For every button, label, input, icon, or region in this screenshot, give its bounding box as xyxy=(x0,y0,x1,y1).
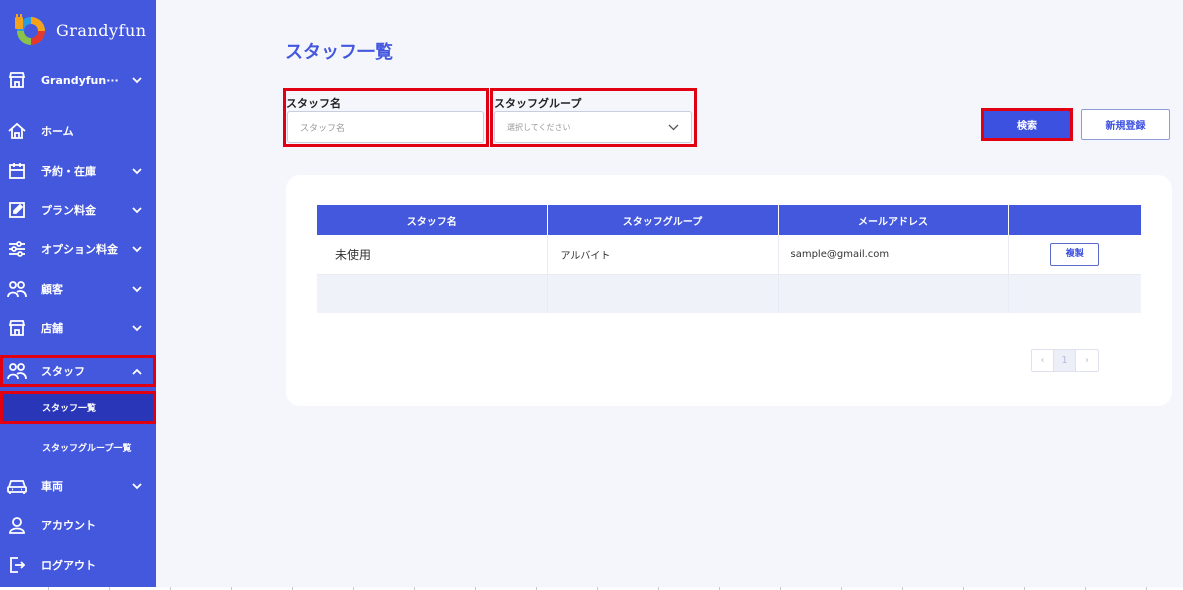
users-icon xyxy=(7,279,27,299)
chevron-down-icon xyxy=(131,243,143,255)
sidebar-item-home[interactable]: ホーム xyxy=(0,112,156,150)
chevron-down-icon xyxy=(131,74,143,86)
sidebar-item-label: アカウント xyxy=(41,519,96,532)
store-icon xyxy=(7,318,27,338)
car-icon xyxy=(7,476,27,496)
sidebar-item-stores[interactable]: 店舗 xyxy=(0,309,156,347)
pagination-prev-button[interactable]: ‹ xyxy=(1032,350,1054,371)
app-logo[interactable]: Grandyfun xyxy=(12,12,147,48)
staff-name-label: スタッフ名 xyxy=(286,97,341,110)
chevron-down-icon xyxy=(131,204,143,216)
staff-table: スタッフ名 スタッフグループ メールアドレス 未使用 アルバイト sample@… xyxy=(317,205,1141,313)
cell-empty xyxy=(547,274,779,313)
sidebar-item-label: ホーム xyxy=(41,125,74,138)
cell-email: sample@gmail.com xyxy=(778,235,1009,275)
pagination: ‹ 1 › xyxy=(1031,349,1099,372)
logout-icon xyxy=(7,555,27,575)
chevron-down-icon xyxy=(668,124,679,133)
calendar-icon xyxy=(7,161,27,181)
sidebar-item-account[interactable]: アカウント xyxy=(0,506,156,544)
table-header-row: スタッフ名 スタッフグループ メールアドレス xyxy=(317,205,1141,235)
chevron-up-icon xyxy=(131,365,143,377)
staff-group-select[interactable]: 選択してください xyxy=(494,111,692,143)
cell-staff-group: アルバイト xyxy=(547,235,779,275)
sliders-icon xyxy=(7,239,27,259)
sidebar-item-option-pricing[interactable]: オプション料金 xyxy=(0,230,156,268)
table-row-empty xyxy=(317,274,1141,313)
table-row[interactable]: 未使用 アルバイト sample@gmail.com 複製 xyxy=(317,235,1141,275)
sidebar-item-label: 予約・在庫 xyxy=(41,165,96,178)
staff-group-select-value: 選択してください xyxy=(507,122,571,132)
sidebar-item-label: オプション料金 xyxy=(41,243,118,256)
cell-actions: 複製 xyxy=(1008,235,1141,275)
new-registration-button[interactable]: 新規登録 xyxy=(1081,109,1170,140)
app-name: Grandyfun xyxy=(56,20,147,40)
sidebar-item-label: ログアウト xyxy=(41,559,96,572)
edit-icon xyxy=(7,200,27,220)
sidebar-item-logout[interactable]: ログアウト xyxy=(0,546,156,584)
sidebar-item-label: スタッフ xyxy=(41,365,85,378)
staff-group-label: スタッフグループ xyxy=(494,97,582,110)
sidebar-subitem-label: スタッフ一覧 xyxy=(42,404,97,414)
cell-empty xyxy=(1008,274,1141,313)
search-button[interactable]: 検索 xyxy=(981,108,1073,141)
chevron-down-icon xyxy=(131,322,143,334)
sidebar-subitem-label: スタッフグループ一覧 xyxy=(42,443,132,454)
sidebar-item-label: 車両 xyxy=(41,480,63,493)
page-title: スタッフ一覧 xyxy=(285,42,393,63)
cell-staff-name: 未使用 xyxy=(317,235,548,275)
sidebar-item-label: 店舗 xyxy=(41,322,63,335)
column-header-staff-name: スタッフ名 xyxy=(317,205,548,235)
chevron-down-icon xyxy=(131,283,143,295)
cell-empty xyxy=(317,274,548,313)
grandyfun-logo-icon xyxy=(12,13,46,47)
sidebar: Grandyfun Grandyfun··· ホーム 予約・在庫 プラン料金 オ… xyxy=(0,0,156,587)
sidebar-item-plan-pricing[interactable]: プラン料金 xyxy=(0,191,156,229)
column-header-staff-group: スタッフグループ xyxy=(547,205,779,235)
sidebar-item-label: Grandyfun··· xyxy=(41,73,119,87)
home-icon xyxy=(7,121,27,141)
sidebar-item-customers[interactable]: 顧客 xyxy=(0,270,156,308)
sidebar-item-company[interactable]: Grandyfun··· xyxy=(0,61,156,99)
chevron-down-icon xyxy=(131,165,143,177)
users-icon xyxy=(7,361,27,381)
chevron-down-icon xyxy=(131,480,143,492)
store-icon xyxy=(7,70,27,90)
column-header-actions xyxy=(1008,205,1141,235)
cell-empty xyxy=(778,274,1009,313)
pagination-page-1[interactable]: 1 xyxy=(1054,350,1076,371)
staff-name-input[interactable]: スタッフ名 xyxy=(287,111,484,143)
sidebar-item-staff[interactable]: スタッフ xyxy=(0,355,156,387)
sidebar-subitem-staff-list[interactable]: スタッフ一覧 xyxy=(0,391,156,424)
duplicate-button[interactable]: 複製 xyxy=(1050,242,1100,266)
sidebar-item-label: プラン料金 xyxy=(41,204,96,217)
sidebar-item-label: 顧客 xyxy=(41,283,63,296)
sidebar-item-reservations[interactable]: 予約・在庫 xyxy=(0,152,156,190)
sidebar-item-vehicles[interactable]: 車両 xyxy=(0,467,156,505)
user-icon xyxy=(7,515,27,535)
pagination-next-button[interactable]: › xyxy=(1076,350,1098,371)
sidebar-subitem-staff-group-list[interactable]: スタッフグループ一覧 xyxy=(0,430,156,464)
column-header-email: メールアドレス xyxy=(778,205,1009,235)
